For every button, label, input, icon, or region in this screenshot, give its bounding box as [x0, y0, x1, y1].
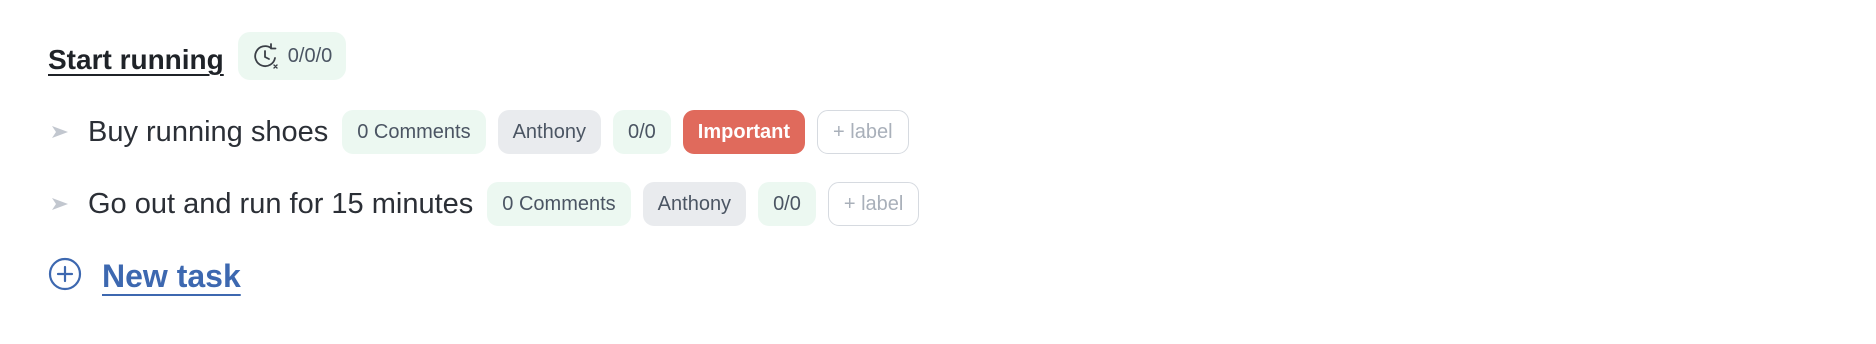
assignee-badge[interactable]: Anthony [497, 110, 601, 154]
task-progress-badge: 0/0 [758, 182, 816, 226]
new-task-label: New task [102, 257, 241, 294]
list-progress-value: 0/0/0 [287, 44, 333, 67]
task-list-page: Start running 0/0/0 Buy running shoes 0 … [0, 0, 1876, 344]
add-label-button[interactable]: + label [817, 110, 909, 154]
list-title[interactable]: Start running [48, 44, 224, 76]
task-name[interactable]: Buy running shoes [88, 116, 328, 149]
task-row: Buy running shoes 0 Comments Anthony 0/0… [48, 110, 921, 154]
add-label-button[interactable]: + label [827, 182, 920, 226]
clock-refresh-icon [250, 41, 280, 71]
task-row: Go out and run for 15 minutes 0 Comments… [48, 182, 931, 226]
task-progress-badge: 0/0 [612, 110, 671, 154]
label-badge-important[interactable]: Important [682, 110, 806, 154]
task-name[interactable]: Go out and run for 15 minutes [88, 188, 473, 221]
comments-badge[interactable]: 0 Comments [487, 182, 631, 226]
list-header: Start running 0/0/0 [48, 32, 347, 80]
list-progress-badge: 0/0/0 [237, 32, 347, 80]
assignee-badge[interactable]: Anthony [642, 182, 747, 226]
comments-badge[interactable]: 0 Comments [342, 110, 486, 154]
new-task-button[interactable]: New task [48, 256, 241, 296]
plus-circle-icon [48, 257, 82, 296]
expand-arrow-icon[interactable] [48, 192, 72, 216]
expand-arrow-icon[interactable] [48, 120, 72, 144]
